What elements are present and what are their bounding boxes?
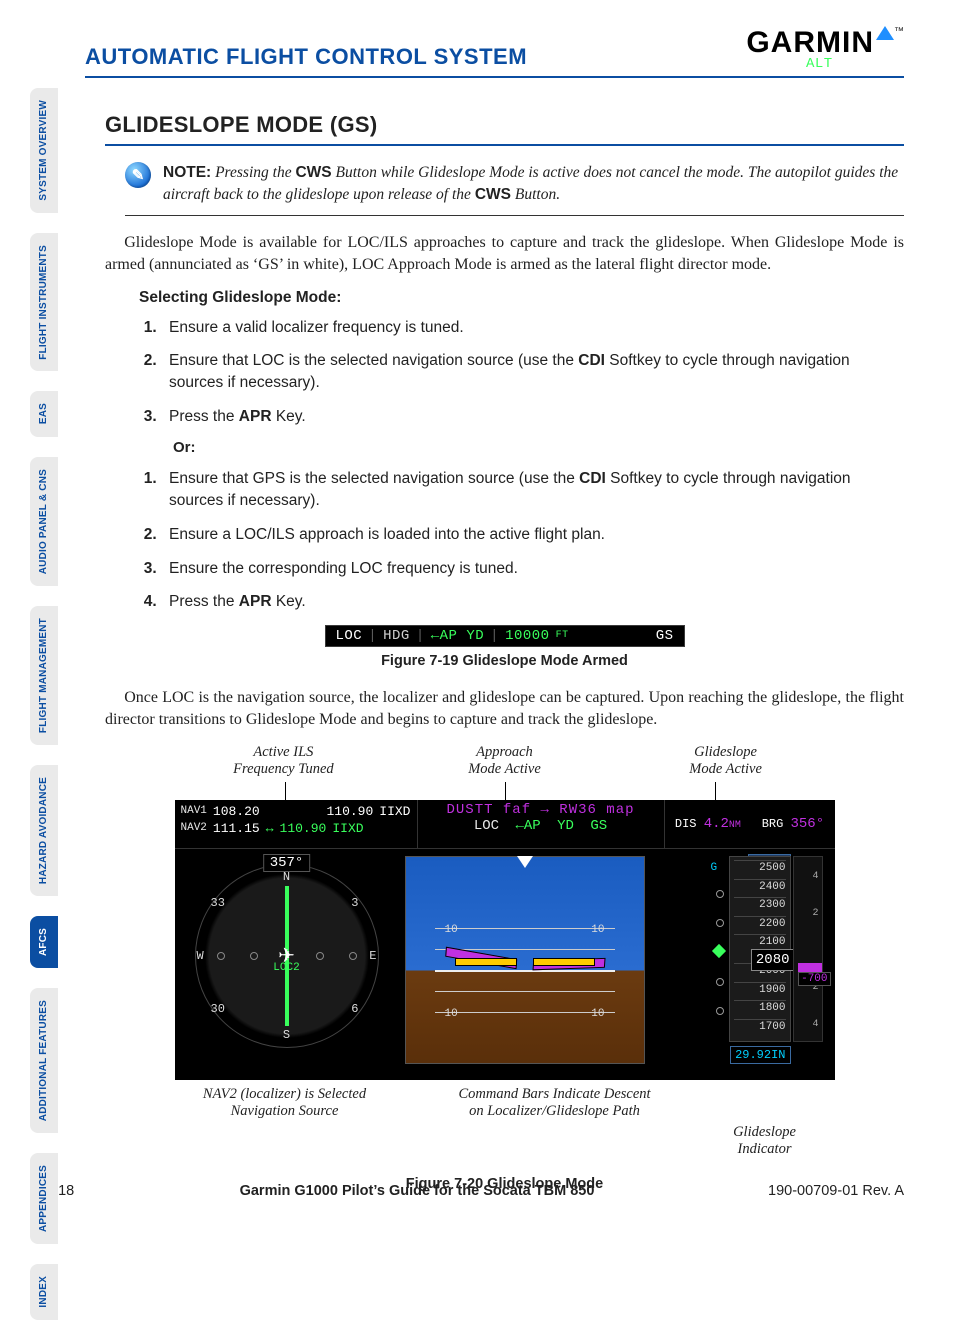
attitude-indicator: 10 10 10 10 <box>405 856 645 1064</box>
divider <box>125 215 904 216</box>
note-block: ✎ NOTE: Pressing the CWS Button while Gl… <box>125 162 904 207</box>
waypoint-box: DUSTT faf → RW36 map LOC ←AP YD GS <box>417 800 665 848</box>
page-header: AUTOMATIC FLIGHT CONTROL SYSTEM GARMIN™ <box>85 44 904 78</box>
dis-brg-box: DIS 4.2NM BRG 356° <box>665 800 835 848</box>
figure-bottom-annotations: NAV2 (localizer) is Selected Navigation … <box>175 1086 835 1120</box>
note-icon: ✎ <box>125 162 151 188</box>
baro-setting: 29.92IN <box>730 1046 790 1064</box>
procedure-list-a: Ensure a valid localizer frequency is tu… <box>161 317 904 428</box>
altitude-readout: 2080 <box>751 949 795 971</box>
nav-source-label: LOC2 <box>273 962 299 974</box>
gs-diamond-icon <box>711 944 725 958</box>
nav-box: NAV1 108.20 110.90 IIXD NAV2 111.15 ↔ 11… <box>175 800 417 848</box>
afcs-status-bar: LOC | HDG | ←AP YD | ALT 10000FT GS <box>325 625 685 647</box>
afcs-alt-value: 10000 <box>499 628 556 644</box>
afcs-ap-yd: ←AP YD <box>425 628 490 644</box>
aircraft-symbol <box>455 958 595 968</box>
step-b3: Ensure the corresponding LOC frequency i… <box>161 558 904 580</box>
page-footer: 418 Garmin G1000 Pilot’s Guide for the S… <box>50 1183 904 1199</box>
ann-command-bars: Command Bars Indicate Descent on Localiz… <box>425 1086 685 1120</box>
afcs-vertical-active: ALT <box>800 56 942 264</box>
tab-appendices[interactable]: APPENDICES <box>30 1153 58 1244</box>
tab-flight-management[interactable]: FLIGHT MANAGEMENT <box>30 606 58 745</box>
triangle-icon <box>876 26 894 40</box>
footer-title: Garmin G1000 Pilot’s Guide for the Socat… <box>110 1183 724 1199</box>
tab-hazard-avoidance[interactable]: HAZARD AVOIDANCE <box>30 765 58 896</box>
procedure-list-b: Ensure that GPS is the selected navigati… <box>161 468 904 612</box>
ann-gs-indicator: Glideslope Indicator <box>695 1124 835 1158</box>
figure-top-annotations: Active ILS Frequency Tuned Approach Mode… <box>175 744 835 778</box>
tab-eas[interactable]: EAS <box>30 391 58 436</box>
or-label: Or: <box>173 439 904 456</box>
pfd-screenshot: NAV1 108.20 110.90 IIXD NAV2 111.15 ↔ 11… <box>175 800 835 1080</box>
ann-gs-mode: Glideslope Mode Active <box>617 744 835 778</box>
tab-audio-panel-cns[interactable]: AUDIO PANEL & CNS <box>30 457 58 586</box>
afcs-gs-armed: GS <box>650 628 680 644</box>
step-a2: Ensure that LOC is the selected navigati… <box>161 350 904 393</box>
body-paragraph-1: Glideslope Mode is available for LOC/ILS… <box>105 232 904 277</box>
header-title: AUTOMATIC FLIGHT CONTROL SYSTEM <box>85 44 527 69</box>
figure-7-20: Active ILS Frequency Tuned Approach Mode… <box>175 744 835 1192</box>
step-b1: Ensure that GPS is the selected navigati… <box>161 468 904 511</box>
vsi: 4 2 2 4 <box>793 856 823 1042</box>
ann-active-ils: Active ILS Frequency Tuned <box>175 744 393 778</box>
figure-7-19-caption: Figure 7-19 Glideslope Mode Armed <box>105 653 904 669</box>
section-title: GLIDESLOPE MODE (GS) <box>105 112 904 146</box>
roll-pointer-icon <box>517 856 533 868</box>
step-b2: Ensure a LOC/ILS approach is loaded into… <box>161 524 904 546</box>
afcs-lateral-active: HDG <box>377 628 416 644</box>
ann-nav2-selected: NAV2 (localizer) is Selected Navigation … <box>175 1086 395 1120</box>
vs-readout: -700 <box>798 972 830 986</box>
tab-index[interactable]: INDEX <box>30 1264 58 1320</box>
note-text: NOTE: Pressing the CWS Button while Glid… <box>163 162 904 207</box>
tab-flight-instruments[interactable]: FLIGHT INSTRUMENTS <box>30 233 58 372</box>
step-a3: Press the APR Key. <box>161 406 904 428</box>
footer-revision: 190-00709-01 Rev. A <box>724 1183 904 1199</box>
body-paragraph-2: Once LOC is the navigation source, the l… <box>105 687 904 732</box>
glideslope-scale: G <box>713 876 727 1022</box>
tab-system-overview[interactable]: SYSTEM OVERVIEW <box>30 88 58 213</box>
hsi: 357° ✈ LOC2 N 3 E 33 W 30 6 S <box>187 856 387 1056</box>
side-tabs: SYSTEM OVERVIEW FLIGHT INSTRUMENTS EAS A… <box>30 88 58 1320</box>
step-b4: Press the APR Key. <box>161 591 904 613</box>
altitude-group: G 1000 2500 2400 2300 2200 2100 2000 190… <box>693 856 823 1064</box>
tab-afcs[interactable]: AFCS <box>30 916 58 968</box>
page-number: 418 <box>50 1183 110 1199</box>
tab-additional-features[interactable]: ADDITIONAL FEATURES <box>30 988 58 1133</box>
procedure-title: Selecting Glideslope Mode: <box>139 289 904 307</box>
garmin-logo: GARMIN™ <box>746 26 904 60</box>
ann-approach-mode: Approach Mode Active <box>396 744 614 778</box>
afcs-loc-armed: LOC <box>330 628 369 644</box>
step-a1: Ensure a valid localizer frequency is tu… <box>161 317 904 339</box>
